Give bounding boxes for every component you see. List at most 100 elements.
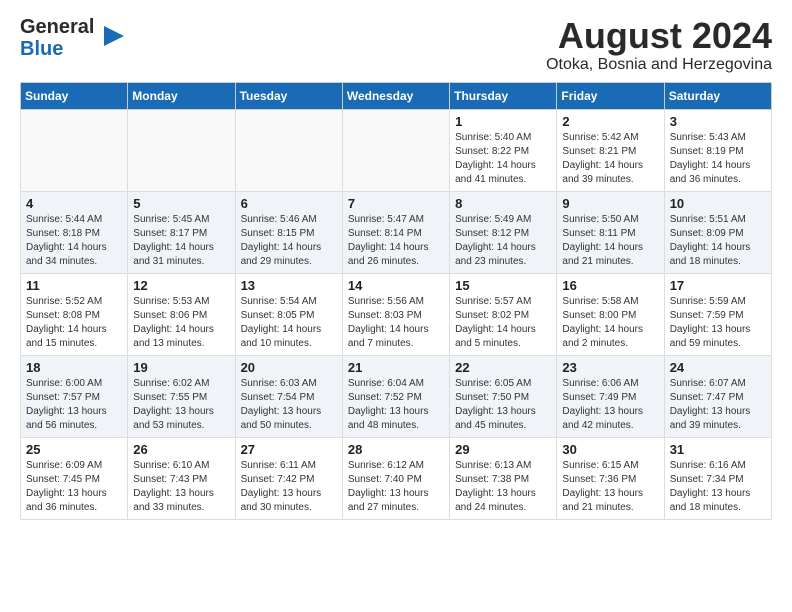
day-info: Sunrise: 5:40 AMSunset: 8:22 PMDaylight:… <box>455 131 551 187</box>
calendar-cell: 25Sunrise: 6:09 AMSunset: 7:45 PMDayligh… <box>21 437 128 519</box>
calendar-title: August 2024 <box>546 16 772 56</box>
calendar-cell: 11 Sunrise: 5:52 AMSunset: 8:08 PMDayligh… <box>21 273 128 355</box>
day-info: Sunrise: 5:57 AMSunset: 8:02 PMDaylight:… <box>455 295 551 351</box>
header-wednesday: Wednesday <box>342 82 449 109</box>
page: General Blue August 2024 Otoka, Bosnia a… <box>0 0 792 540</box>
calendar-cell: 9Sunrise: 5:50 AMSunset: 8:11 PMDaylight… <box>557 191 664 273</box>
day-number: 31 <box>670 442 766 457</box>
day-number: 30 <box>562 442 658 457</box>
header-saturday: Saturday <box>664 82 771 109</box>
calendar-week-1: 1 Sunrise: 5:40 AMSunset: 8:22 PMDaylight… <box>21 109 772 191</box>
day-info: Sunrise: 6:16 AMSunset: 7:34 PMDaylight:… <box>670 459 766 515</box>
calendar-cell: 29 Sunrise: 6:13 AMSunset: 7:38 PMDayligh… <box>450 437 557 519</box>
day-number: 22 <box>455 360 551 375</box>
day-info: Sunrise: 6:02 AMSunset: 7:55 PMDaylight:… <box>133 377 229 433</box>
calendar-cell: 19 Sunrise: 6:02 AMSunset: 7:55 PMDayligh… <box>128 355 235 437</box>
calendar-cell: 4 Sunrise: 5:44 AMSunset: 8:18 PMDaylight… <box>21 191 128 273</box>
day-number: 3 <box>670 114 766 129</box>
calendar-cell: 14 Sunrise: 5:56 AMSunset: 8:03 PMDayligh… <box>342 273 449 355</box>
logo-line1: General <box>20 16 94 38</box>
day-info: Sunrise: 5:42 AMSunset: 8:21 PMDaylight:… <box>562 131 658 187</box>
day-info: Sunrise: 5:58 AMSunset: 8:00 PMDaylight:… <box>562 295 658 351</box>
title-block: August 2024 Otoka, Bosnia and Herzegovin… <box>546 16 772 74</box>
day-info: Sunrise: 5:43 AMSunset: 8:19 PMDaylight:… <box>670 131 766 187</box>
header-monday: Monday <box>128 82 235 109</box>
calendar-cell: 6 Sunrise: 5:46 AMSunset: 8:15 PMDaylight… <box>235 191 342 273</box>
calendar-cell: 10Sunrise: 5:51 AMSunset: 8:09 PMDayligh… <box>664 191 771 273</box>
day-number: 2 <box>562 114 658 129</box>
day-info: Sunrise: 6:03 AMSunset: 7:54 PMDaylight:… <box>241 377 337 433</box>
logo: General Blue <box>20 16 128 60</box>
day-number: 19 <box>133 360 229 375</box>
calendar-subtitle: Otoka, Bosnia and Herzegovina <box>546 56 772 74</box>
calendar-cell: 17 Sunrise: 5:59 AMSunset: 7:59 PMDayligh… <box>664 273 771 355</box>
day-info: Sunrise: 5:53 AMSunset: 8:06 PMDaylight:… <box>133 295 229 351</box>
calendar-week-4: 18 Sunrise: 6:00 AMSunset: 7:57 PMDayligh… <box>21 355 772 437</box>
day-info: Sunrise: 5:56 AMSunset: 8:03 PMDaylight:… <box>348 295 444 351</box>
day-info: Sunrise: 5:49 AMSunset: 8:12 PMDaylight:… <box>455 213 551 269</box>
day-number: 8 <box>455 196 551 211</box>
header-friday: Friday <box>557 82 664 109</box>
calendar-cell: 15Sunrise: 5:57 AMSunset: 8:02 PMDayligh… <box>450 273 557 355</box>
day-info: Sunrise: 5:59 AMSunset: 7:59 PMDaylight:… <box>670 295 766 351</box>
day-info: Sunrise: 6:00 AMSunset: 7:57 PMDaylight:… <box>26 377 122 433</box>
day-number: 24 <box>670 360 766 375</box>
day-number: 14 <box>348 278 444 293</box>
day-number: 27 <box>241 442 337 457</box>
day-number: 29 <box>455 442 551 457</box>
day-number: 26 <box>133 442 229 457</box>
day-number: 17 <box>670 278 766 293</box>
day-info: Sunrise: 5:44 AMSunset: 8:18 PMDaylight:… <box>26 213 122 269</box>
day-number: 9 <box>562 196 658 211</box>
calendar-cell: 21 Sunrise: 6:04 AMSunset: 7:52 PMDayligh… <box>342 355 449 437</box>
day-info: Sunrise: 6:11 AMSunset: 7:42 PMDaylight:… <box>241 459 337 515</box>
logo-icon <box>96 22 128 50</box>
day-info: Sunrise: 6:10 AMSunset: 7:43 PMDaylight:… <box>133 459 229 515</box>
day-number: 28 <box>348 442 444 457</box>
day-number: 7 <box>348 196 444 211</box>
day-info: Sunrise: 6:07 AMSunset: 7:47 PMDaylight:… <box>670 377 766 433</box>
calendar-cell <box>235 109 342 191</box>
day-number: 6 <box>241 196 337 211</box>
calendar-cell: 18 Sunrise: 6:00 AMSunset: 7:57 PMDayligh… <box>21 355 128 437</box>
calendar-cell: 12 Sunrise: 5:53 AMSunset: 8:06 PMDayligh… <box>128 273 235 355</box>
calendar-cell: 3 Sunrise: 5:43 AMSunset: 8:19 PMDaylight… <box>664 109 771 191</box>
header-thursday: Thursday <box>450 82 557 109</box>
calendar-cell: 16Sunrise: 5:58 AMSunset: 8:00 PMDayligh… <box>557 273 664 355</box>
calendar-cell: 2 Sunrise: 5:42 AMSunset: 8:21 PMDaylight… <box>557 109 664 191</box>
calendar-table: Sunday Monday Tuesday Wednesday Thursday… <box>20 82 772 520</box>
day-number: 1 <box>455 114 551 129</box>
calendar-cell: 5Sunrise: 5:45 AMSunset: 8:17 PMDaylight… <box>128 191 235 273</box>
header-tuesday: Tuesday <box>235 82 342 109</box>
day-info: Sunrise: 5:51 AMSunset: 8:09 PMDaylight:… <box>670 213 766 269</box>
calendar-cell: 8 Sunrise: 5:49 AMSunset: 8:12 PMDaylight… <box>450 191 557 273</box>
calendar-cell: 24 Sunrise: 6:07 AMSunset: 7:47 PMDayligh… <box>664 355 771 437</box>
day-info: Sunrise: 6:05 AMSunset: 7:50 PMDaylight:… <box>455 377 551 433</box>
day-info: Sunrise: 6:15 AMSunset: 7:36 PMDaylight:… <box>562 459 658 515</box>
day-number: 23 <box>562 360 658 375</box>
day-number: 11 <box>26 278 122 293</box>
day-info: Sunrise: 5:52 AMSunset: 8:08 PMDaylight:… <box>26 295 122 351</box>
calendar-cell: 28Sunrise: 6:12 AMSunset: 7:40 PMDayligh… <box>342 437 449 519</box>
day-number: 12 <box>133 278 229 293</box>
day-number: 4 <box>26 196 122 211</box>
calendar-cell: 22 Sunrise: 6:05 AMSunset: 7:50 PMDayligh… <box>450 355 557 437</box>
calendar-cell: 23 Sunrise: 6:06 AMSunset: 7:49 PMDayligh… <box>557 355 664 437</box>
day-number: 13 <box>241 278 337 293</box>
day-number: 21 <box>348 360 444 375</box>
day-info: Sunrise: 6:09 AMSunset: 7:45 PMDaylight:… <box>26 459 122 515</box>
calendar-cell: 1 Sunrise: 5:40 AMSunset: 8:22 PMDaylight… <box>450 109 557 191</box>
day-info: Sunrise: 5:54 AMSunset: 8:05 PMDaylight:… <box>241 295 337 351</box>
day-info: Sunrise: 5:45 AMSunset: 8:17 PMDaylight:… <box>133 213 229 269</box>
calendar-cell: 26 Sunrise: 6:10 AMSunset: 7:43 PMDayligh… <box>128 437 235 519</box>
day-info: Sunrise: 6:13 AMSunset: 7:38 PMDaylight:… <box>455 459 551 515</box>
logo-line2: Blue <box>20 38 94 60</box>
calendar-cell: 31 Sunrise: 6:16 AMSunset: 7:34 PMDayligh… <box>664 437 771 519</box>
day-info: Sunrise: 6:06 AMSunset: 7:49 PMDaylight:… <box>562 377 658 433</box>
calendar-cell <box>342 109 449 191</box>
day-info: Sunrise: 5:47 AMSunset: 8:14 PMDaylight:… <box>348 213 444 269</box>
day-number: 18 <box>26 360 122 375</box>
day-info: Sunrise: 5:46 AMSunset: 8:15 PMDaylight:… <box>241 213 337 269</box>
calendar-week-2: 4 Sunrise: 5:44 AMSunset: 8:18 PMDaylight… <box>21 191 772 273</box>
day-info: Sunrise: 6:04 AMSunset: 7:52 PMDaylight:… <box>348 377 444 433</box>
